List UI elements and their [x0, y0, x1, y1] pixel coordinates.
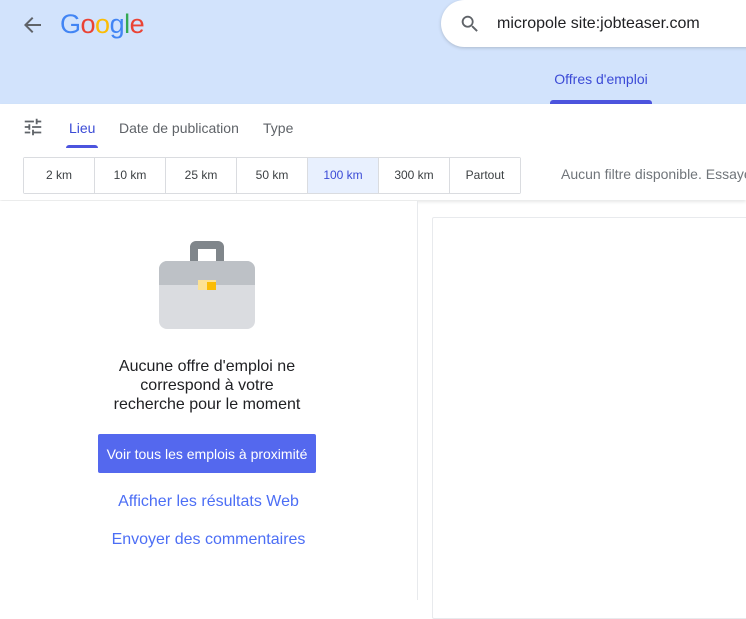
search-icon[interactable] [459, 13, 481, 35]
filter-tab-underline [66, 145, 99, 148]
filter-tab-date[interactable]: Date de publication [119, 104, 239, 148]
no-filter-message: Aucun filtre disponible. Essayez [561, 166, 746, 182]
web-results-link[interactable]: Afficher les résultats Web [0, 493, 417, 511]
header-bar: Google Offres d'emploi [0, 0, 746, 104]
filter-tab-type[interactable]: Type [263, 104, 293, 148]
distance-chip-10km[interactable]: 10 km [94, 158, 165, 193]
logo-letter: o [95, 9, 110, 39]
filter-bar: Lieu Date de publication Type 2 km 10 km… [0, 104, 746, 200]
google-logo[interactable]: Google [60, 8, 145, 40]
empty-state-message: Aucune offre d'emploi ne correspond à vo… [113, 358, 301, 413]
filter-tab-label: Date de publication [119, 120, 239, 136]
logo-letter: g [109, 9, 125, 39]
search-input[interactable] [497, 13, 746, 35]
tune-icon[interactable] [22, 116, 44, 138]
back-button[interactable] [20, 12, 46, 38]
see-nearby-jobs-button[interactable]: Voir tous les emplois à proximité [98, 434, 316, 473]
briefcase-icon [159, 241, 255, 329]
logo-letter: G [60, 9, 81, 39]
distance-chip-300km[interactable]: 300 km [378, 158, 449, 193]
tab-jobs-label: Offres d'emploi [554, 71, 648, 87]
filter-tab-label: Lieu [69, 120, 96, 136]
results-panel: Aucune offre d'emploi ne correspond à vo… [0, 201, 418, 600]
tab-jobs[interactable]: Offres d'emploi [550, 66, 652, 104]
send-feedback-link[interactable]: Envoyer des commentaires [0, 531, 417, 549]
back-arrow-icon [24, 17, 41, 33]
logo-letter: e [129, 9, 145, 39]
search-box[interactable] [441, 0, 746, 47]
filter-tab-location[interactable]: Lieu [66, 104, 99, 148]
job-detail-panel [432, 217, 746, 619]
distance-chip-50km[interactable]: 50 km [236, 158, 307, 193]
filter-tab-label: Type [263, 120, 294, 136]
distance-chip-100km[interactable]: 100 km [307, 158, 378, 193]
logo-letter: o [80, 9, 96, 39]
distance-chip-anywhere[interactable]: Partout [449, 158, 520, 193]
distance-chips: 2 km 10 km 25 km 50 km 100 km 300 km Par… [23, 157, 521, 194]
distance-chip-2km[interactable]: 2 km [24, 158, 94, 193]
distance-chip-25km[interactable]: 25 km [165, 158, 236, 193]
